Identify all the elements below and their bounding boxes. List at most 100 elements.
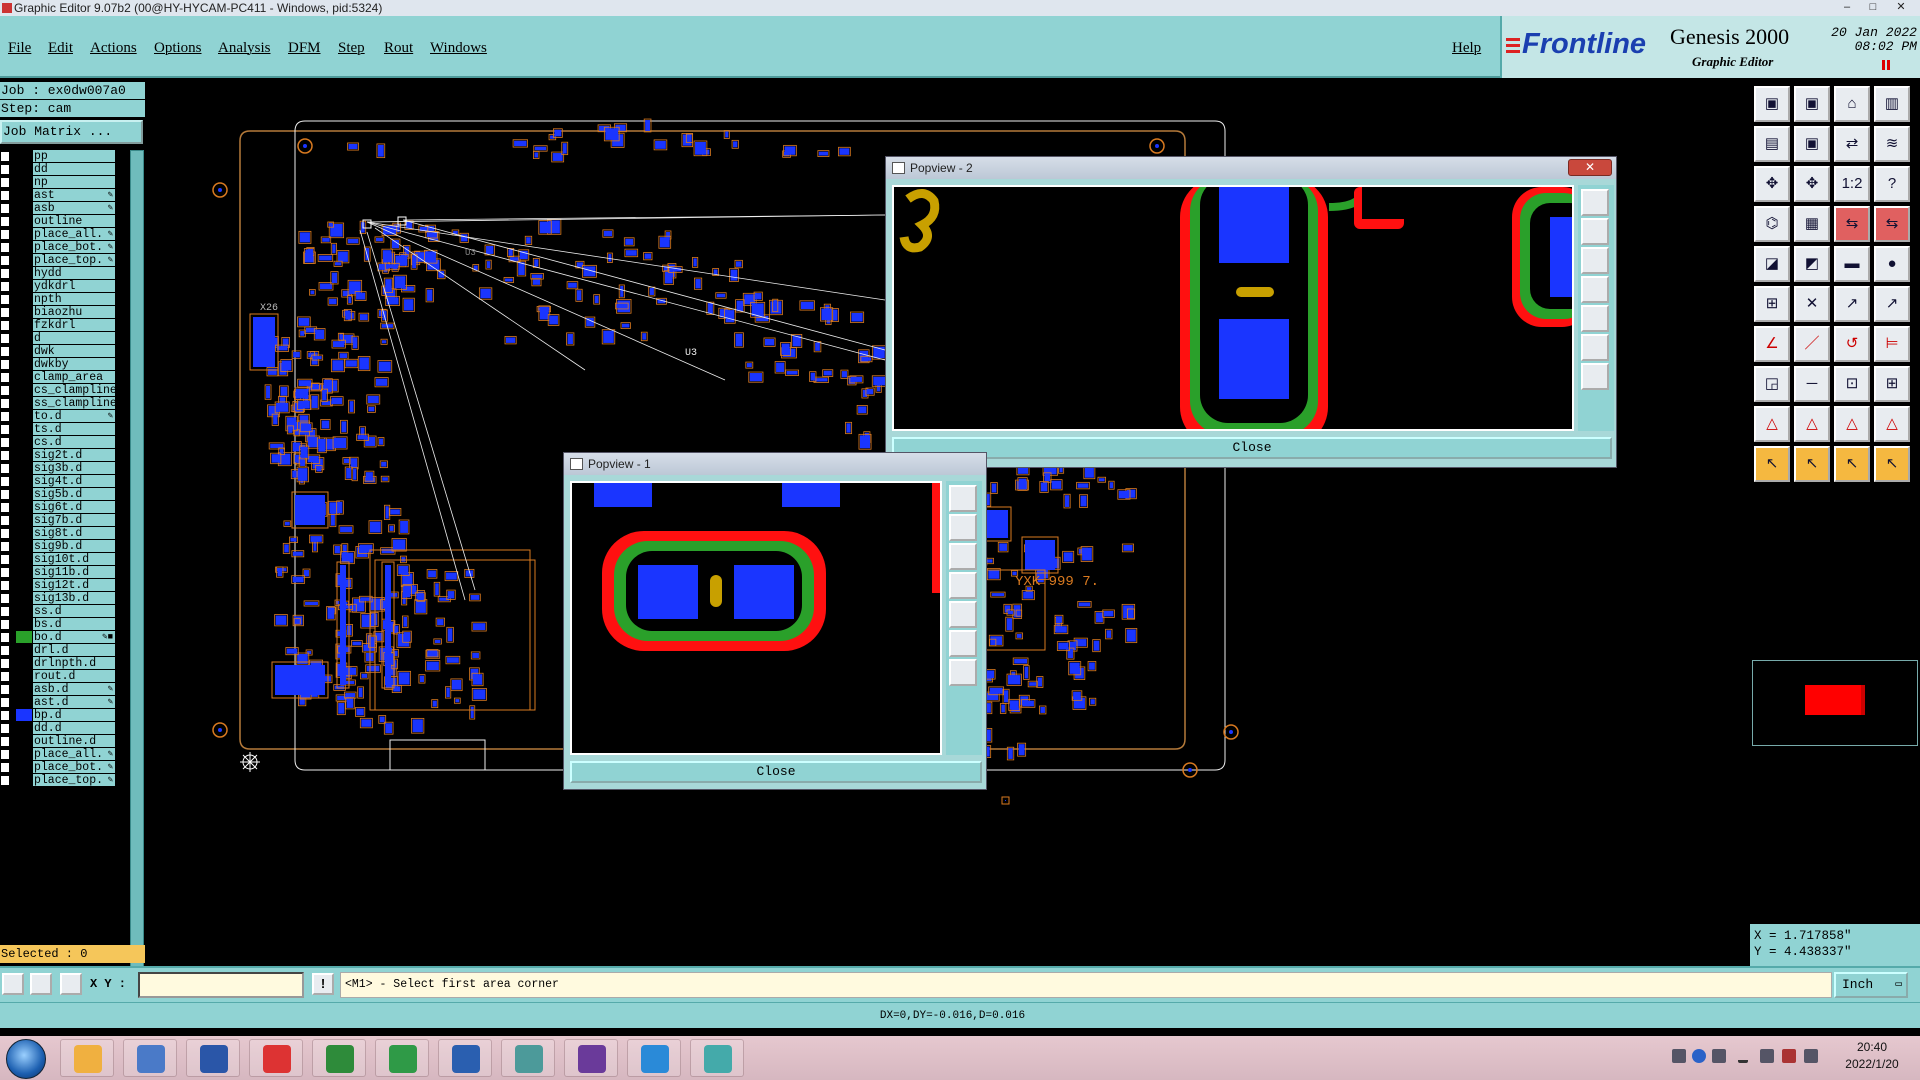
popview-tool-icon[interactable] (949, 630, 977, 657)
popview-tool-icon[interactable] (949, 601, 977, 628)
layer-row[interactable]: sig8t.d (0, 527, 118, 540)
toolbar-tool-icon[interactable]: ⊞ (1874, 366, 1910, 402)
layer-row[interactable]: sig6t.d (0, 501, 118, 514)
popview-tool-icon[interactable] (949, 659, 977, 686)
layer-color-swatch[interactable] (16, 696, 32, 708)
layer-color-swatch[interactable] (16, 319, 32, 331)
layer-row[interactable]: cs_clampline (0, 384, 118, 397)
toolbar-tool-icon[interactable]: ↺ (1834, 326, 1870, 362)
layer-checkbox[interactable] (0, 177, 10, 188)
layer-row[interactable]: sig3b.d (0, 462, 118, 475)
layer-row[interactable]: biaozhu (0, 306, 118, 319)
taskbar-app-button[interactable] (312, 1039, 366, 1077)
toolbar-tool-icon[interactable]: ◪ (1754, 246, 1790, 282)
toolbar-tool-icon[interactable]: ─ (1794, 366, 1830, 402)
layer-checkbox[interactable] (0, 411, 10, 422)
layer-checkbox[interactable] (0, 450, 10, 461)
units-select[interactable]: Inch ▭ (1834, 972, 1908, 998)
toolbar-tool-icon[interactable]: ? (1874, 166, 1910, 202)
popview-2-title-bar[interactable]: Popview - 2 ✕ (886, 157, 1616, 179)
layer-color-swatch[interactable] (16, 462, 32, 474)
layer-row[interactable]: d (0, 332, 118, 345)
layer-checkbox[interactable] (0, 216, 10, 227)
layer-color-swatch[interactable] (16, 202, 32, 214)
toolbar-tool-icon[interactable]: ⇆ (1874, 206, 1910, 242)
toolbar-tool-icon[interactable]: △ (1754, 406, 1790, 442)
menu-help[interactable]: Help (1452, 40, 1481, 57)
layer-checkbox[interactable] (0, 203, 10, 214)
taskbar-clock[interactable]: 20:40 2022/1/20 (1828, 1039, 1916, 1073)
toolbar-tool-icon[interactable]: ↖ (1874, 446, 1910, 482)
menu-file[interactable]: File (8, 40, 31, 57)
layer-color-swatch[interactable] (16, 774, 32, 786)
popview-tool-icon[interactable] (1581, 247, 1609, 274)
start-button[interactable] (6, 1039, 46, 1079)
toolbar-tool-icon[interactable]: ⌂ (1834, 86, 1870, 122)
toolbar-tool-icon[interactable]: ▣ (1794, 86, 1830, 122)
toolbar-tool-icon[interactable]: ↗ (1874, 286, 1910, 322)
toolbar-tool-icon[interactable]: ◩ (1794, 246, 1830, 282)
popview-tool-icon[interactable] (949, 572, 977, 599)
layer-color-swatch[interactable] (16, 436, 32, 448)
layer-checkbox[interactable] (0, 723, 10, 734)
taskbar-app-button[interactable] (564, 1039, 618, 1077)
toolbar-tool-icon[interactable]: ↖ (1754, 446, 1790, 482)
layer-color-swatch[interactable] (16, 475, 32, 487)
toolbar-tool-icon[interactable]: ／ (1794, 326, 1830, 362)
layer-row[interactable]: place_bot. ✎ (0, 241, 118, 254)
layer-color-swatch[interactable] (16, 631, 32, 643)
layer-checkbox[interactable] (0, 346, 10, 357)
layer-checkbox[interactable] (0, 333, 10, 344)
popview-2-close-button[interactable]: Close (892, 437, 1612, 459)
layer-color-swatch[interactable] (16, 722, 32, 734)
popview-1-close-button[interactable]: Close (570, 761, 982, 783)
layer-checkbox[interactable] (0, 606, 10, 617)
menu-options[interactable]: Options (154, 40, 202, 57)
layer-checkbox[interactable] (0, 671, 10, 682)
layer-color-swatch[interactable] (16, 618, 32, 630)
flag-icon[interactable] (1782, 1049, 1796, 1063)
toolbar-tool-icon[interactable]: ↖ (1794, 446, 1830, 482)
network-icon[interactable] (1760, 1049, 1774, 1063)
layer-checkbox[interactable] (0, 229, 10, 240)
toolbar-tool-icon[interactable]: △ (1874, 406, 1910, 442)
layer-row[interactable]: place_top. ✎ (0, 254, 118, 267)
layer-color-swatch[interactable] (16, 228, 32, 240)
layer-checkbox[interactable] (0, 151, 10, 162)
layer-color-swatch[interactable] (16, 306, 32, 318)
layer-color-swatch[interactable] (16, 410, 32, 422)
toolbar-tool-icon[interactable]: ⌬ (1754, 206, 1790, 242)
layer-checkbox[interactable] (0, 554, 10, 565)
layer-row[interactable]: sig7b.d (0, 514, 118, 527)
layer-checkbox[interactable] (0, 190, 10, 201)
popview-2-view[interactable] (892, 185, 1574, 431)
layer-color-swatch[interactable] (16, 397, 32, 409)
layer-checkbox[interactable] (0, 255, 10, 266)
toolbar-tool-icon[interactable]: ▣ (1754, 86, 1790, 122)
layer-checkbox[interactable] (0, 489, 10, 500)
layer-checkbox[interactable] (0, 372, 10, 383)
taskbar-app-button[interactable] (60, 1039, 114, 1077)
layer-color-swatch[interactable] (16, 514, 32, 526)
layer-color-swatch[interactable] (16, 566, 32, 578)
layer-checkbox[interactable] (0, 476, 10, 487)
popview-1-window[interactable]: Popview - 1 Close (563, 452, 987, 790)
layer-row[interactable]: bs.d (0, 618, 118, 631)
layer-row[interactable]: sig5b.d (0, 488, 118, 501)
layer-row[interactable]: ss.d (0, 605, 118, 618)
layer-checkbox[interactable] (0, 710, 10, 721)
toolbar-tool-icon[interactable]: ▣ (1794, 126, 1830, 162)
layer-color-swatch[interactable] (16, 163, 32, 175)
layer-checkbox[interactable] (0, 281, 10, 292)
layer-color-swatch[interactable] (16, 293, 32, 305)
layer-color-swatch[interactable] (16, 241, 32, 253)
layer-checkbox[interactable] (0, 359, 10, 370)
popview-2-window[interactable]: Popview - 2 ✕ Close (885, 156, 1617, 468)
menu-dfm[interactable]: DFM (288, 40, 321, 57)
layer-color-swatch[interactable] (16, 592, 32, 604)
layer-color-swatch[interactable] (16, 332, 32, 344)
layer-row[interactable]: ydkdrl (0, 280, 118, 293)
layer-checkbox[interactable] (0, 294, 10, 305)
layer-checkbox[interactable] (0, 307, 10, 318)
layer-row[interactable]: ss_clampline (0, 397, 118, 410)
